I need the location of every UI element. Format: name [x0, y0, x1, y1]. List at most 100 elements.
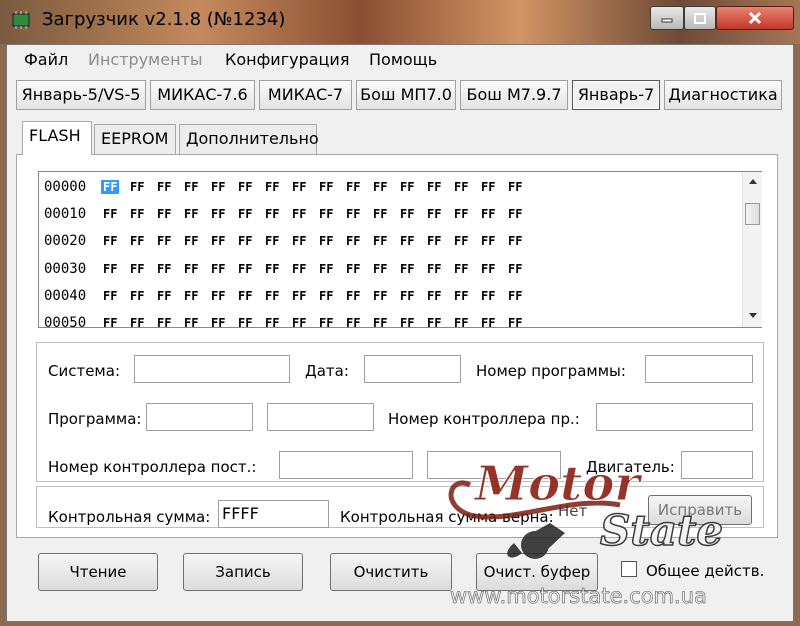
- hex-byte[interactable]: FF: [371, 262, 389, 276]
- hex-byte[interactable]: FF: [317, 180, 335, 194]
- hex-byte[interactable]: FF: [452, 262, 470, 276]
- hex-byte[interactable]: FF: [209, 207, 227, 221]
- hex-byte[interactable]: FF: [128, 262, 146, 276]
- tab-mikas-7[interactable]: МИКАС-7: [259, 80, 352, 110]
- hex-byte[interactable]: FF: [452, 234, 470, 248]
- read-button[interactable]: Чтение: [38, 553, 158, 591]
- hex-byte[interactable]: FF: [155, 234, 173, 248]
- tab-diagnostics[interactable]: Диагностика: [664, 80, 782, 110]
- hex-byte[interactable]: FF: [263, 289, 281, 303]
- hex-byte[interactable]: FF: [344, 289, 362, 303]
- hex-byte[interactable]: FF: [290, 234, 308, 248]
- tab-january-5[interactable]: Январь-5/VS-5: [16, 80, 146, 110]
- hex-byte[interactable]: FF: [452, 207, 470, 221]
- hex-byte[interactable]: FF: [128, 207, 146, 221]
- hex-byte[interactable]: FF: [101, 180, 120, 194]
- system-field[interactable]: [134, 355, 290, 383]
- hex-byte[interactable]: FF: [101, 234, 119, 248]
- write-button[interactable]: Запись: [183, 553, 303, 591]
- hex-byte[interactable]: FF: [344, 207, 362, 221]
- hex-byte[interactable]: FF: [317, 262, 335, 276]
- date-field[interactable]: [364, 355, 461, 383]
- hex-byte[interactable]: FF: [128, 316, 146, 327]
- hex-byte[interactable]: FF: [101, 316, 119, 327]
- hex-byte[interactable]: FF: [236, 207, 254, 221]
- hex-byte[interactable]: FF: [371, 180, 389, 194]
- hex-byte[interactable]: FF: [263, 262, 281, 276]
- hex-byte[interactable]: FF: [128, 180, 146, 194]
- hex-byte[interactable]: FF: [425, 316, 443, 327]
- hex-byte[interactable]: FF: [425, 234, 443, 248]
- maximize-button[interactable]: [684, 6, 716, 30]
- hex-editor[interactable]: 00000 FF FF FF FF FF FF FF FF FF FF FF FF FF FF FF FF 000…: [38, 171, 762, 328]
- hex-row[interactable]: 00050 FF FF FF FF FF FF FF FF FF FF FF FF FF FF FF FF: [39, 313, 739, 327]
- hex-byte[interactable]: FF: [371, 289, 389, 303]
- tab-flash[interactable]: FLASH: [22, 121, 92, 155]
- hex-byte[interactable]: FF: [182, 262, 200, 276]
- hex-byte[interactable]: FF: [398, 207, 416, 221]
- hex-byte[interactable]: FF: [452, 289, 470, 303]
- hex-byte[interactable]: FF: [452, 316, 470, 327]
- hex-byte[interactable]: FF: [344, 262, 362, 276]
- hex-byte[interactable]: FF: [263, 180, 281, 194]
- hex-byte[interactable]: FF: [209, 234, 227, 248]
- hex-byte[interactable]: FF: [209, 289, 227, 303]
- controller-number-post-field-2[interactable]: [427, 451, 561, 479]
- hex-row[interactable]: 00020 FF FF FF FF FF FF FF FF FF FF FF FF FF FF FF FF: [39, 231, 739, 253]
- hex-row[interactable]: 00000 FF FF FF FF FF FF FF FF FF FF FF FF FF FF FF FF: [39, 177, 739, 199]
- hex-byte[interactable]: FF: [506, 262, 524, 276]
- hex-byte[interactable]: FF: [506, 180, 524, 194]
- hex-byte[interactable]: FF: [263, 207, 281, 221]
- checksum-field[interactable]: FFFF: [218, 500, 329, 528]
- hex-byte[interactable]: FF: [290, 262, 308, 276]
- minimize-button[interactable]: [650, 6, 684, 30]
- tab-mikas-7-6[interactable]: МИКАС-7.6: [150, 80, 255, 110]
- hex-row[interactable]: 00040 FF FF FF FF FF FF FF FF FF FF FF FF FF FF FF FF: [39, 286, 739, 308]
- scroll-down-icon[interactable]: [748, 312, 758, 320]
- hex-byte[interactable]: FF: [506, 234, 524, 248]
- hex-byte[interactable]: FF: [425, 289, 443, 303]
- tab-bosch-mp7-0[interactable]: Бош МП7.0: [356, 80, 456, 110]
- hex-byte[interactable]: FF: [479, 289, 497, 303]
- hex-byte[interactable]: FF: [371, 316, 389, 327]
- scroll-thumb[interactable]: [745, 203, 760, 225]
- hex-byte[interactable]: FF: [398, 262, 416, 276]
- hex-byte[interactable]: FF: [101, 262, 119, 276]
- hex-byte[interactable]: FF: [155, 262, 173, 276]
- menu-configuration[interactable]: Конфигурация: [225, 50, 349, 69]
- hex-byte[interactable]: FF: [398, 316, 416, 327]
- vertical-scrollbar[interactable]: [742, 172, 762, 327]
- hex-byte[interactable]: FF: [236, 234, 254, 248]
- hex-byte[interactable]: FF: [263, 234, 281, 248]
- hex-byte[interactable]: FF: [425, 180, 443, 194]
- hex-byte[interactable]: FF: [290, 316, 308, 327]
- engine-field[interactable]: [681, 451, 753, 479]
- hex-byte[interactable]: FF: [155, 316, 173, 327]
- hex-byte[interactable]: FF: [128, 289, 146, 303]
- tab-additional[interactable]: Дополнительно: [179, 124, 319, 154]
- hex-byte[interactable]: FF: [479, 207, 497, 221]
- hex-byte[interactable]: FF: [479, 316, 497, 327]
- hex-byte[interactable]: FF: [506, 289, 524, 303]
- hex-byte[interactable]: FF: [398, 180, 416, 194]
- hex-byte[interactable]: FF: [317, 289, 335, 303]
- close-button[interactable]: [716, 6, 794, 30]
- hex-byte[interactable]: FF: [263, 316, 281, 327]
- hex-byte[interactable]: FF: [398, 234, 416, 248]
- scroll-up-icon[interactable]: [748, 177, 758, 185]
- hex-byte[interactable]: FF: [344, 316, 362, 327]
- hex-byte[interactable]: FF: [344, 180, 362, 194]
- hex-byte[interactable]: FF: [236, 180, 254, 194]
- hex-byte[interactable]: FF: [371, 207, 389, 221]
- hex-byte[interactable]: FF: [209, 180, 227, 194]
- hex-byte[interactable]: FF: [128, 234, 146, 248]
- tab-january-7[interactable]: Январь-7: [572, 80, 660, 110]
- tab-bosch-m7-9-7[interactable]: Бош М7.9.7: [460, 80, 568, 110]
- fix-checksum-button[interactable]: Исправить: [648, 495, 752, 525]
- hex-byte[interactable]: FF: [479, 180, 497, 194]
- hex-byte[interactable]: FF: [371, 234, 389, 248]
- hex-byte[interactable]: FF: [290, 207, 308, 221]
- menu-tools[interactable]: Инструменты: [88, 50, 203, 69]
- hex-byte[interactable]: FF: [209, 262, 227, 276]
- hex-byte[interactable]: FF: [155, 180, 173, 194]
